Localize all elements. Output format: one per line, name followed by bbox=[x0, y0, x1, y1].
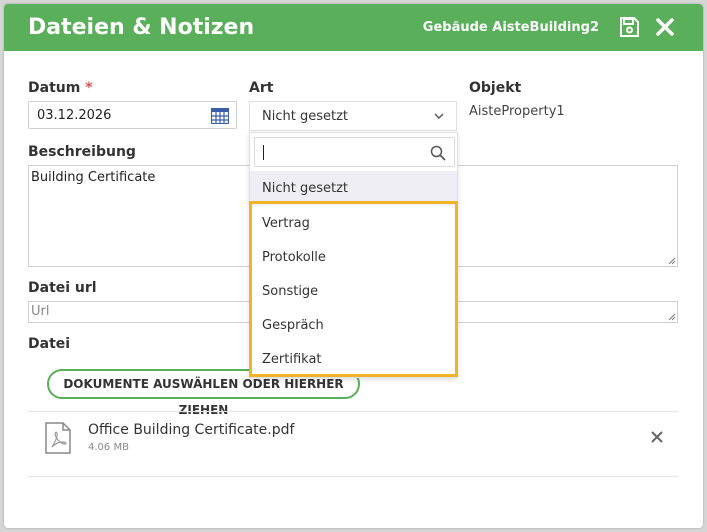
datum-field[interactable]: 03.12.2026 bbox=[28, 101, 237, 129]
file-size: 4.06 MB bbox=[88, 442, 129, 453]
search-icon bbox=[430, 145, 446, 161]
save-icon bbox=[620, 17, 639, 37]
dropdown-option-gespraech[interactable]: Gespräch bbox=[250, 308, 457, 342]
datei-url-label: Datei url bbox=[28, 280, 97, 296]
art-select[interactable]: Nicht gesetzt bbox=[249, 101, 457, 131]
datei-label: Datei bbox=[28, 336, 71, 352]
close-button[interactable] bbox=[654, 16, 676, 38]
dialog-title: Dateien & Notizen bbox=[28, 15, 255, 40]
datei-url-placeholder: Url bbox=[31, 304, 50, 319]
text-cursor bbox=[263, 145, 264, 160]
dropdown-option-sonstige[interactable]: Sonstige bbox=[250, 274, 457, 308]
close-icon bbox=[656, 18, 674, 36]
file-list-item: Office Building Certificate.pdf 4.06 MB bbox=[28, 412, 678, 476]
pdf-file-icon bbox=[45, 422, 71, 454]
remove-icon[interactable] bbox=[650, 430, 664, 444]
dropdown-option-nicht-gesetzt[interactable]: Nicht gesetzt bbox=[250, 171, 457, 205]
files-notes-dialog: Dateien & Notizen Gebäude AisteBuilding2… bbox=[4, 4, 703, 528]
art-label: Art bbox=[249, 80, 274, 96]
beschreibung-label: Beschreibung bbox=[28, 144, 136, 160]
dropdown-search-input[interactable] bbox=[254, 137, 455, 167]
file-name: Office Building Certificate.pdf bbox=[88, 422, 295, 438]
dropdown-option-protokolle[interactable]: Protokolle bbox=[250, 240, 457, 274]
art-dropdown-menu: Nicht gesetzt Vertrag Protokolle Sonstig… bbox=[249, 132, 458, 378]
save-button[interactable] bbox=[618, 16, 640, 38]
dialog-header: Dateien & Notizen Gebäude AisteBuilding2 bbox=[4, 4, 703, 51]
calendar-icon[interactable] bbox=[211, 108, 229, 124]
divider bbox=[28, 476, 678, 477]
objekt-label: Objekt bbox=[469, 80, 522, 96]
art-selected-value: Nicht gesetzt bbox=[262, 109, 348, 124]
building-name: Gebäude AisteBuilding2 bbox=[422, 20, 599, 35]
dropdown-option-vertrag[interactable]: Vertrag bbox=[250, 206, 457, 240]
datum-value: 03.12.2026 bbox=[37, 108, 112, 123]
dropdown-option-zertifikat[interactable]: Zertifikat bbox=[250, 342, 457, 376]
beschreibung-value: Building Certificate bbox=[31, 170, 156, 185]
resize-grip-icon[interactable] bbox=[668, 313, 676, 321]
chevron-down-icon bbox=[434, 113, 444, 119]
objekt-value: AisteProperty1 bbox=[469, 104, 565, 119]
resize-grip-icon[interactable] bbox=[668, 257, 676, 265]
datum-label: Datum * bbox=[28, 80, 93, 96]
required-mark: * bbox=[85, 80, 93, 96]
